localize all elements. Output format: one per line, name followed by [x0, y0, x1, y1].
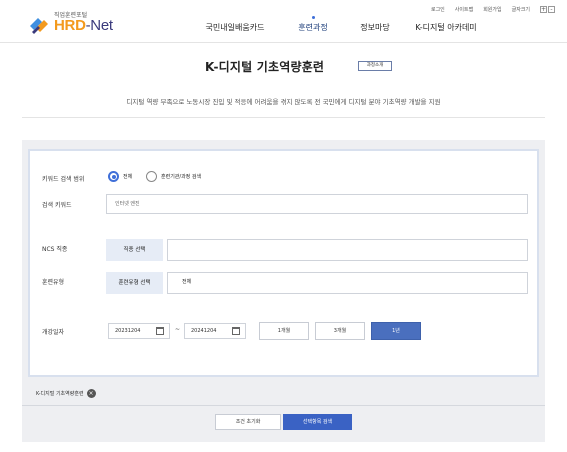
training-type-label: 훈련유형 [42, 279, 65, 286]
nav-item-learning-card[interactable]: 국민내일배움카드 [188, 22, 282, 33]
calendar-icon[interactable] [232, 327, 240, 335]
description-divider [22, 117, 545, 118]
start-date-to-input[interactable]: 20241204 [184, 323, 246, 339]
radio-institution-indicator [146, 171, 157, 182]
signup-link[interactable]: 회원가입 [483, 6, 501, 13]
training-type-input[interactable]: 전체 [167, 272, 528, 294]
radio-all[interactable]: 전체 [108, 171, 132, 182]
radio-institution-course[interactable]: 훈련기관/과정 검색 [146, 171, 201, 182]
period-1-month-button[interactable]: 1개월 [259, 322, 309, 340]
page-description: 디지털 역량 부족으로 노동시장 진입 및 적응에 어려움을 겪지 않도록 전 … [126, 98, 441, 106]
start-date-from-input[interactable]: 20231204 [108, 323, 170, 339]
zoom-controls: + - [540, 6, 555, 13]
utility-links: 로그인 사이트맵 회원가입 글자크기 + - [431, 6, 555, 13]
training-type-select-button[interactable]: 훈련유형 선택 [106, 272, 163, 294]
keyword-label: 검색 키워드 [42, 202, 72, 209]
zoom-in-button[interactable]: + [540, 6, 547, 13]
header-divider [0, 42, 567, 43]
date-range-separator: ~ [175, 326, 181, 333]
nav-item-courses[interactable]: 훈련과정 [282, 16, 344, 33]
hrd-net-logo[interactable]: 직업훈련포털 HRD-Net [24, 10, 124, 38]
filter-chip-label: K-디지털 기초역량훈련 [36, 391, 84, 397]
login-link[interactable]: 로그인 [431, 6, 445, 13]
ncs-select-button[interactable]: 직종 선택 [106, 239, 163, 261]
nav-item-k-digital-academy[interactable]: K-디지털 아카데미 [406, 22, 486, 33]
sitemap-link[interactable]: 사이트맵 [455, 6, 473, 13]
main-nav: 국민내일배움카드 훈련과정 정보마당 K-디지털 아카데미 [188, 16, 486, 33]
ncs-input[interactable] [167, 239, 528, 261]
calendar-icon[interactable] [156, 327, 164, 335]
close-icon[interactable]: × [86, 389, 96, 398]
zoom-out-button[interactable]: - [548, 6, 555, 13]
ncs-label: NCS 직종 [42, 246, 68, 253]
reset-button[interactable]: 조건 초기화 [215, 414, 281, 430]
logo-mark-icon [30, 18, 48, 34]
search-form: 키워드 검색 범위 전체 훈련기관/과정 검색 검색 키워드 인터넷 엔진 NC… [28, 149, 539, 377]
start-date-label: 개강일자 [42, 329, 65, 336]
selected-filter-chip: K-디지털 기초역량훈련 × [36, 389, 96, 398]
active-dot-icon [311, 16, 315, 19]
period-1-year-button[interactable]: 1년 [371, 322, 421, 340]
course-intro-button[interactable]: 과정소개 [358, 61, 392, 71]
filter-divider [22, 405, 545, 406]
period-3-month-button[interactable]: 3개월 [315, 322, 365, 340]
logo-text: HRD-Net [54, 17, 113, 34]
keyword-input[interactable]: 인터넷 엔진 [106, 194, 528, 214]
nav-item-info[interactable]: 정보마당 [344, 22, 406, 33]
page-title: K-디지털 기초역량훈련 [205, 60, 325, 74]
keyword-scope-label: 키워드 검색 범위 [42, 176, 85, 183]
radio-all-indicator [108, 171, 119, 182]
search-button[interactable]: 선택항목 검색 [283, 414, 352, 430]
font-size-label: 글자크기 [511, 7, 530, 13]
